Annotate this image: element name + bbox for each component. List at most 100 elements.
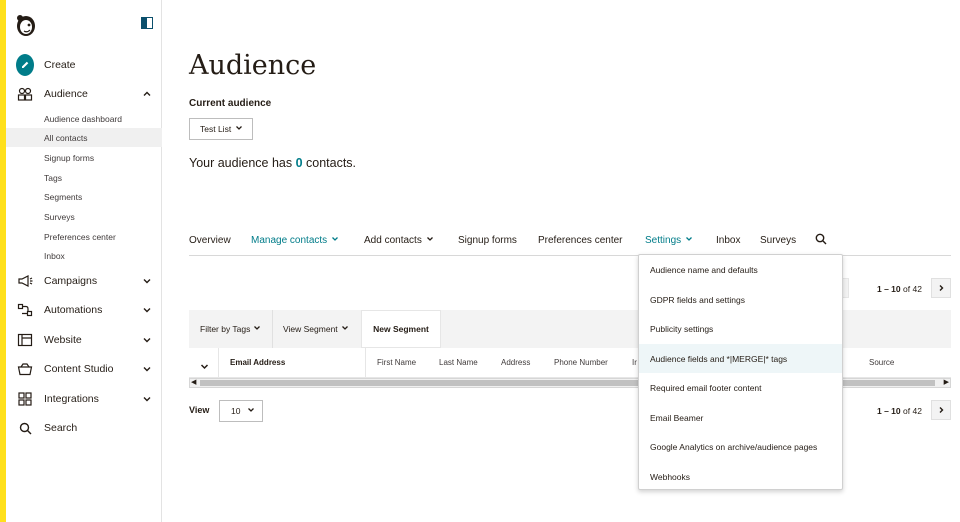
pagination-top-range: 1 – 10 (877, 284, 901, 294)
scroll-left-icon[interactable]: ◀ (191, 379, 196, 387)
tab-inbox-label: Inbox (716, 235, 741, 246)
tab-add-contacts[interactable]: Add contacts (364, 235, 434, 246)
sidebar: Create Audience Audience dashboard All c… (6, 0, 162, 522)
column-first-name[interactable]: First Name (377, 358, 416, 367)
page-title: Audience (189, 50, 317, 81)
column-partial[interactable]: Ir (632, 358, 637, 367)
view-segment-button[interactable]: View Segment (283, 324, 349, 334)
scroll-right-icon[interactable]: ▶ (944, 379, 949, 387)
tab-inbox[interactable]: Inbox (716, 235, 740, 246)
view-segment-label: View Segment (283, 324, 338, 334)
nav-integrations-label: Integrations (44, 393, 99, 405)
nav-create[interactable]: Create (6, 52, 162, 78)
column-divider (218, 348, 219, 378)
chevron-down-icon (341, 324, 349, 334)
nav-audience-label: Audience (44, 88, 88, 100)
chevron-down-icon (331, 235, 339, 246)
new-segment-button[interactable]: New Segment (361, 310, 441, 348)
settings-dropdown-menu: Audience name and defaults GDPR fields a… (638, 254, 843, 490)
nav-content-studio[interactable]: Content Studio (6, 356, 162, 382)
column-source[interactable]: Source (869, 358, 894, 367)
sidebar-item-surveys[interactable]: Surveys (6, 207, 162, 226)
sidebar-item-signup-forms[interactable]: Signup forms (6, 148, 162, 167)
menu-item-publicity-settings[interactable]: Publicity settings (639, 314, 842, 343)
tab-settings-label: Settings (645, 235, 682, 246)
mailchimp-logo-icon[interactable] (14, 12, 38, 38)
pagination-bottom-text: 1 – 10 of 42 (877, 406, 922, 416)
filter-divider (272, 310, 273, 348)
chevron-down-icon (142, 335, 152, 345)
tab-preferences-center[interactable]: Preferences center (538, 235, 623, 246)
chevron-down-icon (142, 394, 152, 404)
menu-item-google-analytics[interactable]: Google Analytics on archive/audience pag… (639, 432, 842, 461)
pagination-bottom-range: 1 – 10 (877, 406, 901, 416)
column-divider (365, 348, 366, 378)
column-last-name[interactable]: Last Name (439, 358, 478, 367)
nav-website-label: Website (44, 334, 82, 346)
tab-signup-forms-label: Signup forms (458, 235, 517, 246)
next-page-button[interactable] (931, 278, 951, 298)
tab-surveys[interactable]: Surveys (760, 235, 796, 246)
next-page-button-bottom[interactable] (931, 400, 951, 420)
audience-select-value: Test List (200, 124, 232, 134)
chevron-down-icon (426, 235, 434, 246)
nav-create-label: Create (44, 59, 76, 71)
chevron-down-icon (247, 406, 255, 416)
menu-item-webhooks[interactable]: Webhooks (639, 462, 842, 491)
menu-item-email-beamer[interactable]: Email Beamer (639, 403, 842, 432)
chevron-down-icon (235, 124, 243, 134)
rows-per-page-select[interactable]: 10 (219, 400, 263, 422)
menu-item-audience-fields-merge-tags[interactable]: Audience fields and *|MERGE|* tags (639, 344, 842, 373)
tab-signup-forms[interactable]: Signup forms (458, 235, 517, 246)
current-audience-label: Current audience (189, 98, 272, 109)
tab-overview[interactable]: Overview (189, 235, 231, 246)
nav-automations-label: Automations (44, 304, 103, 316)
nav-website[interactable]: Website (6, 327, 162, 353)
sidebar-item-preferences-center[interactable]: Preferences center (6, 227, 162, 246)
search-icon (16, 419, 34, 437)
integrations-icon (16, 390, 34, 408)
tab-surveys-label: Surveys (760, 235, 797, 246)
tab-manage-contacts[interactable]: Manage contacts (251, 235, 339, 246)
tab-search-icon[interactable] (815, 233, 827, 245)
chevron-up-icon (142, 89, 152, 99)
chevron-right-icon (937, 401, 945, 419)
filter-by-tags-label: Filter by Tags (200, 324, 251, 334)
audience-count-text: Your audience has 0 contacts. (189, 156, 356, 170)
menu-item-required-footer[interactable]: Required email footer content (639, 373, 842, 402)
main-content: Audience Current audience Test List Your… (162, 0, 960, 522)
nav-search[interactable]: Search (6, 415, 162, 441)
collapse-sidebar-icon[interactable] (141, 17, 153, 29)
tab-add-contacts-label: Add contacts (364, 235, 422, 246)
sidebar-item-segments[interactable]: Segments (6, 187, 162, 206)
sidebar-item-audience-dashboard[interactable]: Audience dashboard (6, 109, 162, 128)
audience-select[interactable]: Test List (189, 118, 253, 140)
column-email-address[interactable]: Email Address (230, 358, 285, 367)
sidebar-item-inbox[interactable]: Inbox (6, 246, 162, 265)
automations-icon (16, 301, 34, 319)
view-label: View (189, 405, 210, 415)
sidebar-item-all-contacts[interactable]: All contacts (6, 128, 162, 147)
tab-preferences-center-label: Preferences center (538, 235, 623, 246)
column-phone-number[interactable]: Phone Number (554, 358, 608, 367)
nav-content-studio-label: Content Studio (44, 363, 114, 375)
chevron-down-icon (142, 364, 152, 374)
chevron-down-icon (253, 324, 261, 334)
nav-audience[interactable]: Audience (6, 81, 162, 107)
create-icon (16, 54, 34, 76)
menu-item-audience-name-defaults[interactable]: Audience name and defaults (639, 255, 842, 284)
select-all-chevron-icon[interactable] (200, 358, 209, 376)
menu-item-gdpr-fields[interactable]: GDPR fields and settings (639, 285, 842, 314)
filter-by-tags-button[interactable]: Filter by Tags (200, 324, 261, 334)
chevron-down-icon (685, 235, 693, 246)
nav-integrations[interactable]: Integrations (6, 386, 162, 412)
tab-settings[interactable]: Settings (645, 235, 693, 246)
pagination-bottom-total: of 42 (903, 406, 922, 416)
audience-count-suffix: contacts. (302, 156, 357, 170)
nav-campaigns[interactable]: Campaigns (6, 268, 162, 294)
column-address[interactable]: Address (501, 358, 530, 367)
sidebar-item-tags[interactable]: Tags (6, 168, 162, 187)
audience-icon (16, 85, 34, 103)
nav-automations[interactable]: Automations (6, 297, 162, 323)
website-icon (16, 331, 34, 349)
